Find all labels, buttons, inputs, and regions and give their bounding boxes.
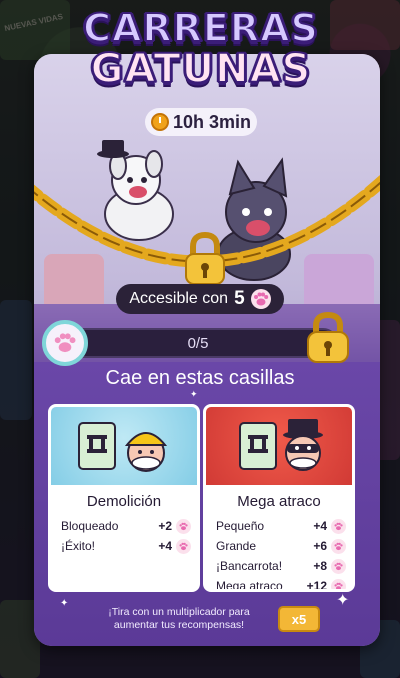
reward-row: Mega atraco +12 <box>216 576 346 592</box>
title-line-1: CARRERAS <box>82 5 319 51</box>
reward-label: ¡Éxito! <box>61 539 96 553</box>
lives-banner: NUEVAS VIDAS <box>3 11 64 34</box>
stopwatch-icon <box>150 113 169 131</box>
paw-badge-icon <box>42 320 88 366</box>
reward-label: Mega atraco <box>216 579 283 592</box>
sparkle-icon: ✦ <box>60 598 69 609</box>
progress-bar: 0/5 <box>58 328 338 358</box>
paw-icon <box>176 538 191 554</box>
reward-points: +4 <box>158 539 172 553</box>
reward-points: +2 <box>158 519 172 533</box>
reward-points: +12 <box>306 579 327 592</box>
reward-label: Grande <box>216 539 257 553</box>
reward-row: ¡Bancarrota! +8 <box>216 556 346 576</box>
reward-row: Grande +6 <box>216 536 346 556</box>
reward-row: Pequeño +4 <box>216 516 346 536</box>
multiplier-button[interactable]: x5 <box>278 606 320 632</box>
property-card-icon <box>239 422 277 470</box>
access-requirement: Accesible con 5 <box>116 284 284 314</box>
property-card-icon <box>78 422 116 470</box>
event-title: CARRERAS GATUNAS <box>56 5 346 106</box>
thief-mr-monopoly-icon <box>283 419 323 471</box>
reward-label: Bloqueado <box>61 519 119 533</box>
card-art <box>206 407 352 485</box>
reward-points: +6 <box>313 539 327 553</box>
paw-icon <box>54 333 76 353</box>
timer-text: 10h 3min <box>172 111 252 132</box>
card-title: Demolición <box>86 493 162 510</box>
reward-padlock-icon <box>307 312 349 363</box>
reward-row: Bloqueado +2 <box>61 516 191 536</box>
progress-text: 0/5 <box>187 334 209 352</box>
multiplier-hint: ¡Tira con un multiplicador para aumentar… <box>108 606 250 631</box>
reward-label: Pequeño <box>216 519 265 533</box>
reward-label: ¡Bancarrota! <box>216 559 283 573</box>
reward-list: Bloqueado +2 ¡Éxito! +4 <box>51 516 197 556</box>
section-title: Cae en estas casillas <box>105 367 295 389</box>
reward-row: ¡Éxito! +4 <box>61 536 191 556</box>
tile-card-demolition: Demolición Bloqueado +2 ¡Éxito! +4 <box>48 404 200 592</box>
tile-card-mega-heist: Mega atraco Pequeño +4 Grande +6 ¡Bancar… <box>203 404 355 592</box>
paw-icon <box>176 518 191 534</box>
timer-pill: 10h 3min <box>145 108 257 136</box>
paw-icon <box>331 518 346 534</box>
access-count: 5 <box>234 288 245 309</box>
reward-list: Pequeño +4 Grande +6 ¡Bancarrota! +8 Meg… <box>206 516 352 592</box>
reward-points: +8 <box>313 559 327 573</box>
builder-mr-monopoly-icon <box>124 432 168 472</box>
paw-icon <box>331 538 346 554</box>
access-prefix: Accesible con <box>129 290 229 307</box>
reward-points: +4 <box>313 519 327 533</box>
paw-icon <box>250 289 271 309</box>
board-tile <box>0 300 32 420</box>
sparkle-icon: ✦ <box>336 590 350 609</box>
padlock-icon <box>185 232 225 285</box>
card-art <box>51 407 197 485</box>
title-line-2: GATUNAS <box>90 45 312 93</box>
paw-icon <box>331 558 346 574</box>
sparkle-icon: ✦ <box>190 390 198 400</box>
card-title: Mega atraco <box>237 493 321 510</box>
